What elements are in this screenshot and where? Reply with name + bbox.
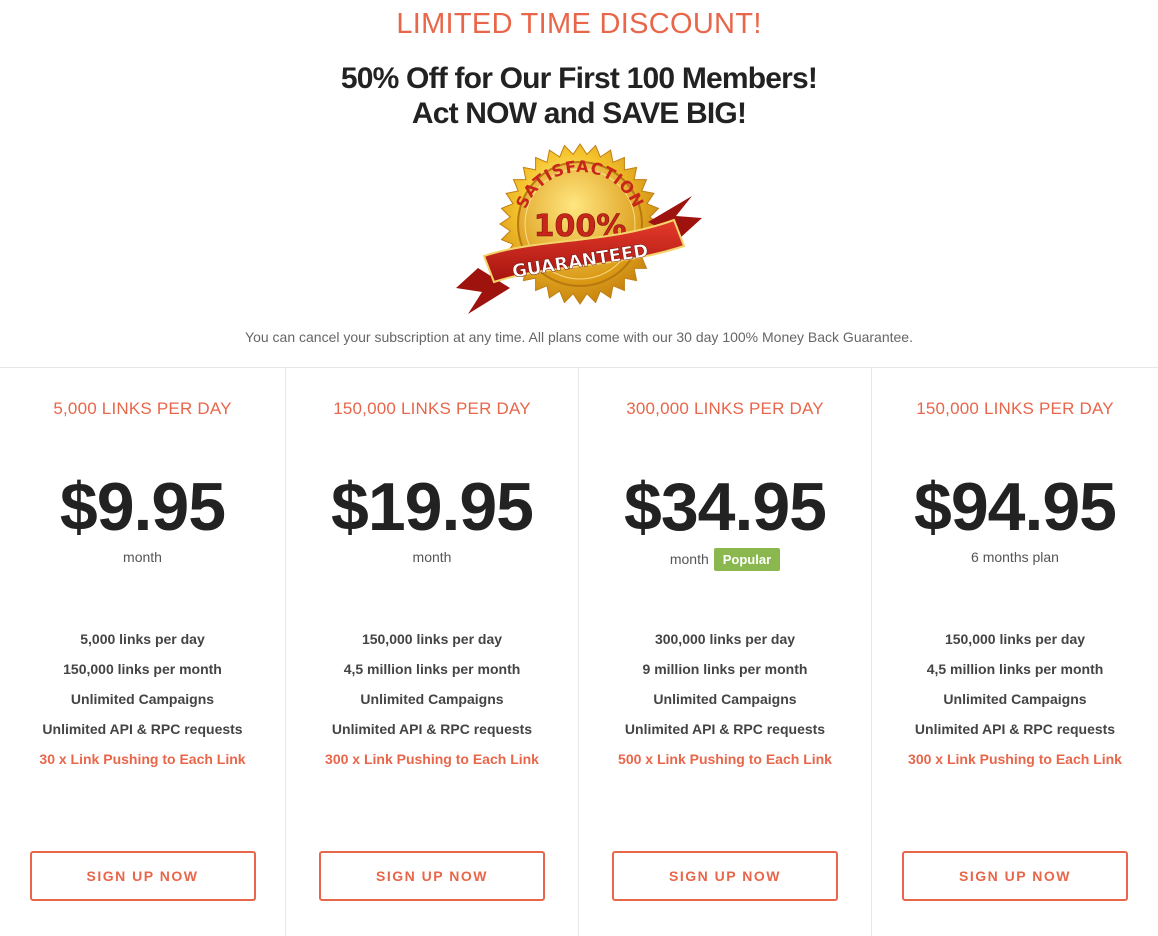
pricing-plans: 5,000 LINKS PER DAY $9.95 month 5,000 li…	[0, 367, 1158, 936]
plan-period-label: month	[412, 549, 452, 565]
plan-features: 150,000 links per day 4,5 million links …	[286, 631, 578, 781]
feature-item-highlight: 300 x Link Pushing to Each Link	[908, 751, 1122, 767]
plan-card: 5,000 LINKS PER DAY $9.95 month 5,000 li…	[0, 368, 285, 936]
feature-item-highlight: 500 x Link Pushing to Each Link	[618, 751, 832, 767]
promo-subline-1: 50% Off for Our First 100 Members!	[340, 62, 818, 95]
popular-badge: Popular	[713, 548, 781, 571]
guarantee-note: You can cancel your subscription at any …	[245, 329, 913, 345]
feature-item: 5,000 links per day	[80, 631, 205, 647]
plan-price: $34.95	[624, 469, 827, 545]
plan-title: 150,000 LINKS PER DAY	[333, 399, 531, 418]
sign-up-button[interactable]: SIGN UP NOW	[29, 851, 256, 901]
plan-card: 150,000 LINKS PER DAY $19.95 month 150,0…	[285, 368, 578, 936]
plan-period-label: 6 months plan	[971, 549, 1059, 565]
plan-period-label: month	[669, 551, 709, 568]
sign-up-button[interactable]: SIGN UP NOW	[612, 851, 838, 901]
promo-subline-2: Act NOW and SAVE BIG!	[411, 97, 747, 130]
feature-item: 150,000 links per day	[361, 631, 503, 647]
feature-item: Unlimited Campaigns	[70, 691, 215, 707]
sign-up-button[interactable]: SIGN UP NOW	[902, 851, 1128, 901]
plan-features: 5,000 links per day 150,000 links per mo…	[0, 631, 285, 781]
feature-item: 4,5 million links per month	[926, 661, 1104, 677]
plan-title: 300,000 LINKS PER DAY	[626, 399, 824, 418]
sign-up-button[interactable]: SIGN UP NOW	[319, 851, 545, 901]
feature-item: Unlimited API & RPC requests	[624, 721, 826, 737]
plan-card: 150,000 LINKS PER DAY $94.95 6 months pl…	[871, 368, 1158, 936]
plan-title: 150,000 LINKS PER DAY	[916, 399, 1114, 418]
feature-item: Unlimited API & RPC requests	[42, 721, 243, 737]
plan-features: 150,000 links per day 4,5 million links …	[872, 631, 1158, 781]
plan-card-popular: 300,000 LINKS PER DAY $34.95 month Popula…	[578, 368, 871, 936]
feature-item: Unlimited API & RPC requests	[914, 721, 1116, 737]
plan-title: 5,000 LINKS PER DAY	[53, 399, 232, 418]
plan-period: month	[286, 549, 578, 565]
feature-item: 4,5 million links per month	[343, 661, 521, 677]
plan-period: month Popular	[579, 548, 871, 572]
plan-period-label: month	[123, 549, 162, 565]
plan-period: 6 months plan	[872, 549, 1158, 565]
feature-item-highlight: 30 x Link Pushing to Each Link	[39, 751, 246, 767]
plan-price: $94.95	[914, 469, 1117, 545]
plan-period: month	[0, 549, 285, 565]
feature-item: 150,000 links per day	[944, 631, 1086, 647]
feature-item: Unlimited Campaigns	[943, 691, 1087, 707]
feature-item: 300,000 links per day	[654, 631, 796, 647]
feature-item: Unlimited Campaigns	[360, 691, 504, 707]
feature-item: 150,000 links per month	[63, 661, 222, 677]
plan-price: $9.95	[59, 469, 226, 545]
promo-headline: LIMITED TIME DISCOUNT!	[396, 8, 762, 40]
feature-item-highlight: 300 x Link Pushing to Each Link	[325, 751, 539, 767]
plan-price: $19.95	[331, 469, 534, 545]
feature-item: 9 million links per month	[642, 661, 808, 677]
feature-item: Unlimited Campaigns	[653, 691, 797, 707]
plan-features: 300,000 links per day 9 million links pe…	[579, 631, 871, 781]
satisfaction-guarantee-seal: SATISFACTION 100% GUARANTEED	[456, 143, 702, 314]
feature-item: Unlimited API & RPC requests	[331, 721, 533, 737]
